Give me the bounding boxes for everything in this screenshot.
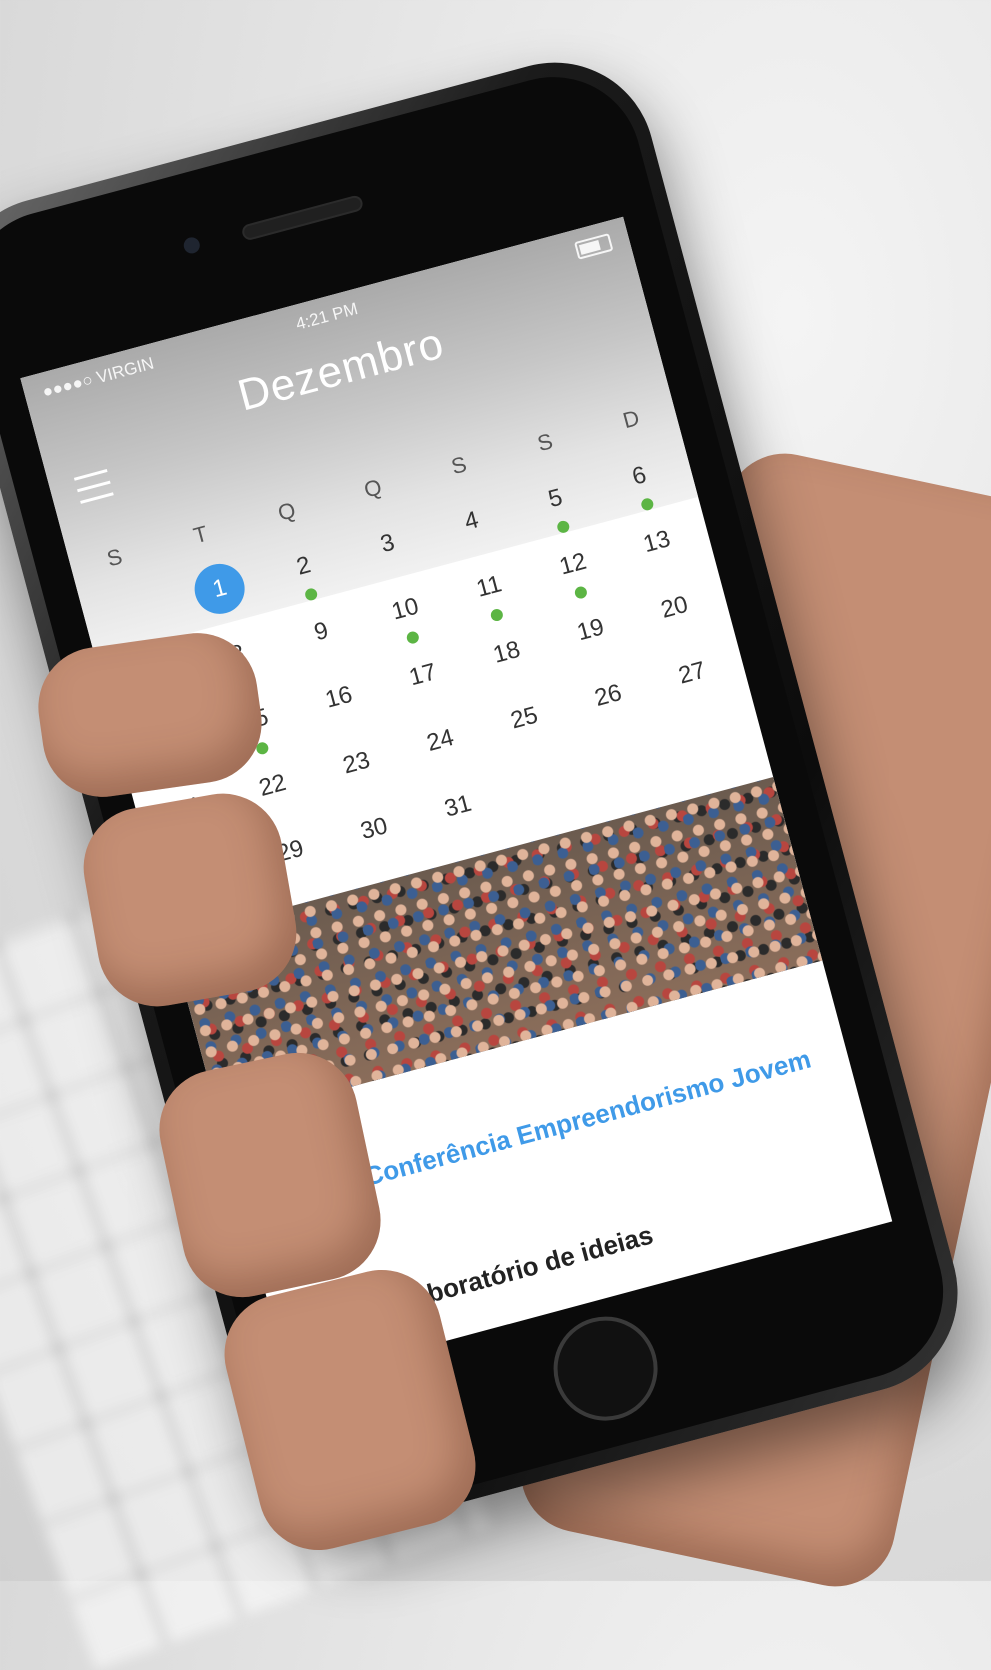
- weekday-label: Q: [275, 497, 299, 526]
- weekday-label: S: [448, 451, 470, 480]
- event-dot: [489, 607, 505, 623]
- event-dot: [405, 630, 421, 645]
- battery-icon: [573, 231, 614, 260]
- event-dot: [303, 587, 319, 602]
- weekday-label: D: [620, 404, 643, 434]
- event-dot: [555, 519, 571, 535]
- weekday-label: Q: [361, 474, 385, 503]
- finger-middle: [74, 784, 306, 1016]
- weekday-label: S: [104, 543, 125, 572]
- hamburger-icon[interactable]: [73, 469, 116, 513]
- weekday-label: T: [190, 520, 211, 549]
- weekday-label: S: [534, 428, 556, 457]
- event-dot: [639, 497, 655, 512]
- event-dot: [573, 585, 588, 600]
